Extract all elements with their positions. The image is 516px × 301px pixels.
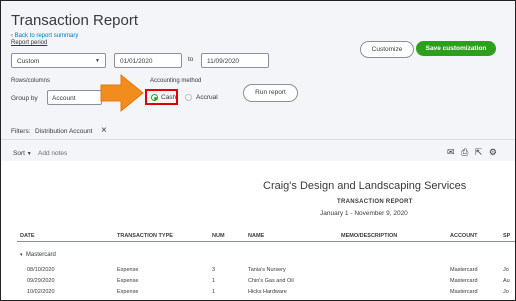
cell-date: 09/29/2020 xyxy=(27,278,55,284)
col-header-date[interactable]: DATE xyxy=(20,233,35,239)
col-header-memo[interactable]: MEMO/DESCRIPTION xyxy=(341,233,397,239)
cell-num: 1 xyxy=(212,278,216,284)
collapse-caret-icon[interactable]: ▾ xyxy=(20,252,23,258)
cell-name: Hicks Hardware xyxy=(248,289,287,295)
accrual-radio-label[interactable]: Accrual xyxy=(196,94,218,101)
gear-icon[interactable]: ⚙ xyxy=(489,147,497,157)
from-date-input[interactable]: 01/01/2020 xyxy=(114,53,182,68)
pointer-arrow-icon xyxy=(100,73,144,113)
cell-account: Mastercard xyxy=(450,267,478,273)
cell-type[interactable]: Expense xyxy=(117,278,138,284)
cell-type[interactable]: Expense xyxy=(117,289,138,295)
group-row-mastercard[interactable]: ▾ Mastercard xyxy=(20,252,56,258)
group-by-value: Account xyxy=(52,95,76,102)
report-title: TRANSACTION REPORT xyxy=(337,199,413,205)
run-report-button[interactable]: Run report xyxy=(243,84,298,102)
cell-type[interactable]: Expense xyxy=(117,267,138,273)
col-header-transaction-type[interactable]: TRANSACTION TYPE xyxy=(117,233,173,239)
cell-num: 3 xyxy=(212,267,216,273)
accounting-method-label: Accounting method xyxy=(150,78,202,84)
header-divider xyxy=(17,241,515,242)
cell-num: 1 xyxy=(212,289,216,295)
chevron-down-icon: ▼ xyxy=(26,151,32,157)
cell-account: Mastercard xyxy=(450,278,478,284)
company-name: Craig's Design and Landscaping Services xyxy=(263,180,467,192)
email-icon[interactable]: ✉ xyxy=(447,147,455,157)
to-label: to xyxy=(188,56,194,63)
cell-split: Jo xyxy=(503,289,509,295)
group-label: Mastercard xyxy=(25,252,56,258)
col-header-num[interactable]: NUM xyxy=(212,233,225,239)
report-period-value: Custom xyxy=(17,58,40,65)
group-by-label: Group by xyxy=(11,95,38,102)
report-period-label: Report period xyxy=(11,40,48,46)
sort-dropdown[interactable]: Sort ▼ xyxy=(13,150,32,157)
col-header-name[interactable]: NAME xyxy=(248,233,264,239)
accrual-radio[interactable] xyxy=(185,94,192,101)
cell-split: Jo xyxy=(503,267,509,273)
report-date-range: January 1 - November 9, 2020 xyxy=(320,210,408,217)
save-customization-button[interactable]: Save customization xyxy=(416,41,496,56)
rows-columns-label: Rows/columns xyxy=(11,78,51,84)
report-window: Transaction Report ‹ Back to report summ… xyxy=(0,0,516,301)
report-actions: ✉ ⎙ ⇱ ⚙ xyxy=(447,147,501,158)
close-icon[interactable]: × xyxy=(101,125,107,136)
chevron-down-icon: ▼ xyxy=(95,58,100,64)
cell-date: 10/02/2020 xyxy=(27,289,55,295)
cell-name: Tania's Nursery xyxy=(248,267,286,273)
cash-radio-label[interactable]: Cash xyxy=(161,94,176,101)
cell-name: Chin's Gas and Oil xyxy=(248,278,294,284)
col-header-split[interactable]: SP xyxy=(503,233,510,239)
back-to-summary-link[interactable]: ‹ Back to report summary xyxy=(11,33,78,39)
cash-radio[interactable] xyxy=(151,94,158,101)
report-period-select[interactable]: Custom ▼ xyxy=(11,53,106,68)
cell-date: 08/10/2020 xyxy=(27,267,55,273)
group-by-select[interactable]: Account xyxy=(47,90,102,105)
to-date-input[interactable]: 11/09/2020 xyxy=(201,53,269,68)
back-link-label[interactable]: Back to report summary xyxy=(15,33,79,39)
filters-label: Filters: xyxy=(11,128,31,135)
customize-button[interactable]: Customize xyxy=(360,41,414,58)
cell-split: Au xyxy=(503,278,510,284)
sort-label[interactable]: Sort xyxy=(13,150,25,157)
page-title: Transaction Report xyxy=(11,12,139,29)
divider xyxy=(1,139,515,140)
filter-chip-distribution-account: Distribution Account xyxy=(35,128,93,135)
print-icon[interactable]: ⎙ xyxy=(461,147,468,157)
cell-account: Mastercard xyxy=(450,289,478,295)
export-icon[interactable]: ⇱ xyxy=(475,147,483,157)
col-header-account[interactable]: ACCOUNT xyxy=(450,233,478,239)
add-notes-link[interactable]: Add notes xyxy=(38,150,67,157)
